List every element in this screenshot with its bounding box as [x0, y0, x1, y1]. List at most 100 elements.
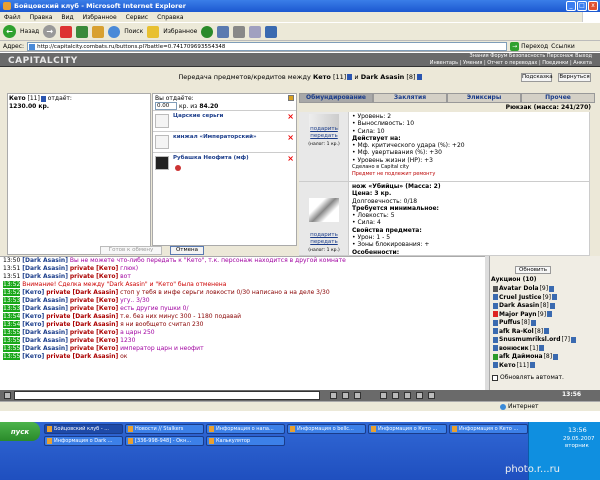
online-user-name[interactable]: Кето	[499, 362, 516, 369]
chat-time[interactable]: 13:50	[3, 257, 20, 264]
chat-private-tag[interactable]: private [Кето]	[70, 337, 118, 344]
favorites-star-icon[interactable]	[147, 25, 160, 38]
online-user[interactable]: afk Даймона [8]	[493, 353, 559, 360]
info-icon[interactable]	[539, 345, 545, 351]
clear-icon[interactable]	[342, 392, 349, 399]
chat-time[interactable]: 13:52	[3, 289, 21, 296]
inventory-scrollbar[interactable]	[589, 112, 595, 256]
search-button[interactable]: Поиск	[124, 28, 143, 35]
taskbar-button[interactable]: [336-998-948] - Окн...	[125, 436, 204, 446]
game-nav-links[interactable]: Инвентарь | Умения | Отчет о переводах |…	[430, 60, 592, 66]
online-user[interactable]: Avatar Dola [9]	[493, 285, 555, 292]
taskbar-button[interactable]: Новости // Stalkers	[125, 424, 204, 434]
chat-private-tag[interactable]: private [Dark Asasin]	[46, 289, 118, 296]
chat-time[interactable]: 13:55	[3, 337, 21, 344]
chat-private-tag[interactable]: private [Кето]	[70, 329, 118, 336]
info-icon[interactable]	[530, 319, 536, 326]
info-icon[interactable]	[529, 362, 535, 368]
info-icon[interactable]	[553, 353, 559, 360]
maximize-button[interactable]: □	[577, 1, 587, 11]
online-user[interactable]: Major Payn [9]	[493, 311, 553, 318]
stop-icon[interactable]	[60, 25, 73, 38]
chat-private-tag[interactable]: private [Dark Asasin]	[46, 353, 118, 360]
online-user-name[interactable]: Avatar Dola	[499, 285, 539, 292]
address-input[interactable]: http://capitalcity.combats.ru/buttons.pl…	[27, 41, 508, 51]
forward-arrow-icon[interactable]: →	[43, 25, 57, 38]
remove-icon[interactable]: ×	[287, 155, 294, 163]
exit-icon[interactable]	[428, 392, 435, 399]
chat-sender[interactable]: [Dark Asasin]	[22, 257, 68, 264]
online-user-name[interactable]: Dark Asasin	[499, 302, 539, 309]
chat-time[interactable]: 13:53	[3, 297, 21, 304]
auto-update-option[interactable]: Обновлять автомат.	[492, 374, 564, 381]
favorites-button[interactable]: Избранное	[163, 28, 197, 35]
offered-item-name[interactable]: кинжал «Императорский»	[173, 134, 257, 140]
online-user-name[interactable]: afk Даймона	[499, 353, 543, 360]
refresh-icon[interactable]	[76, 25, 89, 38]
info-icon[interactable]	[544, 328, 550, 334]
back-arrow-icon[interactable]: ←	[3, 25, 16, 38]
trade-user1[interactable]: Кето	[313, 73, 331, 81]
menu-edit[interactable]: Правка	[30, 14, 53, 21]
taskbar-button[interactable]: Калькулятор	[206, 436, 285, 446]
chat-time[interactable]: 13:54	[3, 313, 21, 320]
chat-private-tag[interactable]: private [Кето]	[70, 273, 118, 280]
chat-sender[interactable]: [Dark Asasin]	[22, 305, 68, 312]
taskbar-button[interactable]: Информация о bellc...	[287, 424, 366, 434]
ready-to-exchange-button[interactable]: Готов к обмену	[100, 246, 162, 255]
info-icon[interactable]	[416, 74, 422, 80]
give-link[interactable]: подарить передать	[304, 232, 344, 246]
sound-icon[interactable]	[404, 392, 411, 399]
info-icon[interactable]	[571, 336, 576, 343]
chat-private-tag[interactable]: private [Кето]	[70, 297, 118, 304]
online-user[interactable]: Cruel Justice [9]	[493, 294, 557, 301]
chat-time[interactable]: 13:51	[3, 265, 20, 272]
chat-sender[interactable]: [Dark Asasin]	[22, 329, 68, 336]
window-titlebar[interactable]: Бойцовский клуб - Microsoft Internet Exp…	[0, 0, 600, 12]
chat-time[interactable]: 13:55	[3, 353, 21, 360]
refresh-button[interactable]: Обновить	[515, 266, 551, 274]
credits-input[interactable]: 0.00	[155, 102, 177, 110]
trade-user2[interactable]: Dark Asasin	[361, 73, 405, 81]
remove-icon[interactable]: ×	[287, 113, 294, 121]
chat-private-tag[interactable]: private [Dark Asasin]	[46, 313, 118, 320]
messenger-icon[interactable]	[265, 25, 278, 38]
taskbar-button[interactable]: Информация о Кето ...	[368, 424, 447, 434]
chat-time[interactable]: 13:55	[3, 345, 21, 352]
online-user[interactable]: afk Ra-Kol [8]	[493, 328, 550, 335]
online-user-name[interactable]: Cruel Justice	[499, 294, 541, 301]
info-icon[interactable]	[551, 294, 557, 300]
hint-button[interactable]: Подсказка	[521, 73, 553, 82]
home-icon[interactable]	[92, 25, 105, 38]
tray-clock[interactable]: 13:56	[568, 426, 587, 434]
chat-sender[interactable]: [Dark Asasin]	[22, 345, 68, 352]
menu-help[interactable]: Справка	[157, 14, 183, 21]
smile-icon[interactable]	[354, 392, 361, 399]
chat-input[interactable]	[14, 391, 320, 400]
online-user-name[interactable]: вонюсик	[499, 345, 529, 352]
chat-mode-icon[interactable]	[4, 392, 11, 399]
online-user-name[interactable]: Puffus	[499, 319, 520, 326]
offered-item-name[interactable]: Царские серьги	[173, 113, 223, 119]
start-button[interactable]: пуск	[0, 422, 40, 441]
info-icon[interactable]	[549, 285, 555, 292]
tab-spells[interactable]: Заклятия	[373, 93, 447, 103]
close-button[interactable]: x	[588, 1, 598, 11]
chat-sender[interactable]: [Dark Asasin]	[22, 265, 68, 272]
online-user[interactable]: Puffus [8]	[493, 319, 536, 326]
info-icon[interactable]	[549, 302, 555, 309]
chat-time[interactable]: 13:51	[3, 273, 20, 280]
chat-time[interactable]: 13:54	[3, 321, 21, 328]
edit-icon[interactable]	[249, 25, 262, 38]
menu-tools[interactable]: Сервис	[126, 14, 148, 21]
online-user[interactable]: Snusmumriksl.ord [7]	[493, 336, 576, 343]
tab-equipment[interactable]: Обмундирование	[299, 93, 373, 103]
cancel-button[interactable]: Отмена	[170, 246, 204, 255]
chat-time[interactable]: 13:53	[3, 305, 21, 312]
links-button[interactable]: Ссылки	[551, 43, 575, 50]
info-icon[interactable]	[547, 311, 553, 317]
chat-sender[interactable]: [Dark Asasin]	[22, 273, 68, 280]
info-icon[interactable]	[347, 74, 353, 80]
chat-time[interactable]: 13:55	[3, 329, 21, 336]
auto-update-checkbox[interactable]	[492, 374, 498, 381]
